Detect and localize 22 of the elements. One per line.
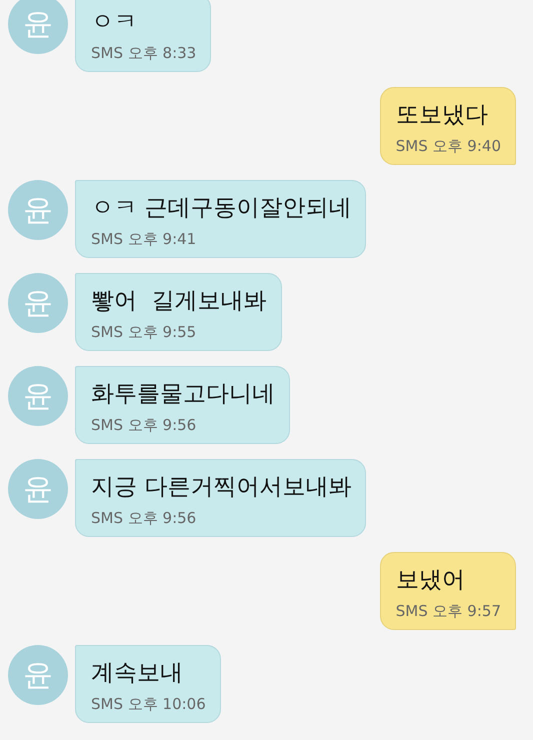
avatar: 윤 — [8, 366, 68, 426]
message-time: SMS 오후 8:33 — [91, 43, 196, 63]
message-time: SMS 오후 9:56 — [91, 415, 198, 435]
message-time: SMS 오후 10:06 — [91, 694, 206, 714]
avatar: 윤 — [8, 273, 68, 333]
message-time: SMS 오후 9:55 — [91, 322, 198, 342]
message-text: 화투를물고다니네 — [91, 380, 275, 409]
message-time: SMS 오후 9:56 — [91, 508, 198, 528]
message-time: SMS 오후 9:57 — [396, 601, 501, 621]
message-text: 계속보내 — [91, 659, 184, 688]
avatar: 윤 — [8, 0, 68, 54]
message-text: 뽷어 길게보내봐 — [91, 287, 267, 316]
message-time: SMS 오후 9:41 — [91, 229, 198, 249]
message-text: ㅇㅋ — [91, 8, 138, 37]
message-text: 또보냈다 — [396, 101, 489, 130]
message-time: SMS 오후 9:40 — [396, 136, 501, 156]
message-text: 지긍 다른거찍어서보내봐 — [91, 473, 352, 502]
message-text: 보냈어 — [396, 566, 466, 595]
message-text: ㅇㅋ 근데구동이잘안되네 — [91, 194, 352, 223]
avatar: 윤 — [8, 459, 68, 519]
avatar: 윤 — [8, 180, 68, 240]
avatar: 윤 — [8, 645, 68, 705]
